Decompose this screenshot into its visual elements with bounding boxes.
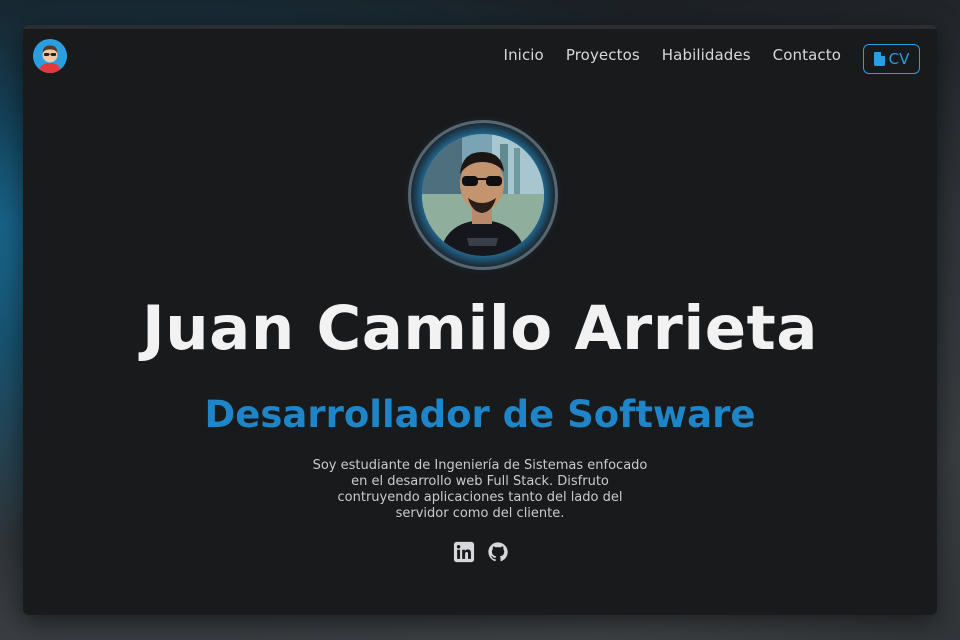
profile-photo-ring <box>408 120 558 270</box>
profile-photo <box>422 134 544 256</box>
nav-links: Inicio Proyectos Habilidades Contacto <box>504 46 841 64</box>
hero-name: Juan Camilo Arrieta <box>142 293 818 364</box>
cartoon-avatar-icon <box>33 39 67 73</box>
github-icon[interactable] <box>487 541 509 563</box>
nav-link-inicio[interactable]: Inicio <box>504 46 544 64</box>
social-links <box>453 541 509 563</box>
nav-link-habilidades[interactable]: Habilidades <box>662 46 751 64</box>
nav-link-contacto[interactable]: Contacto <box>773 46 841 64</box>
linkedin-icon[interactable] <box>453 541 475 563</box>
cv-button[interactable]: CV <box>863 44 920 74</box>
cv-label: CV <box>888 50 910 68</box>
navbar: Inicio Proyectos Habilidades Contacto CV <box>23 37 937 81</box>
portfolio-page: Inicio Proyectos Habilidades Contacto CV <box>23 25 937 615</box>
nav-link-proyectos[interactable]: Proyectos <box>566 46 640 64</box>
profile-photo-image <box>422 134 544 256</box>
file-icon <box>873 52 885 66</box>
logo-avatar[interactable] <box>33 39 67 73</box>
hero-bio: Soy estudiante de Ingeniería de Sistemas… <box>312 458 648 521</box>
hero-role: Desarrollador de Software <box>204 393 756 436</box>
